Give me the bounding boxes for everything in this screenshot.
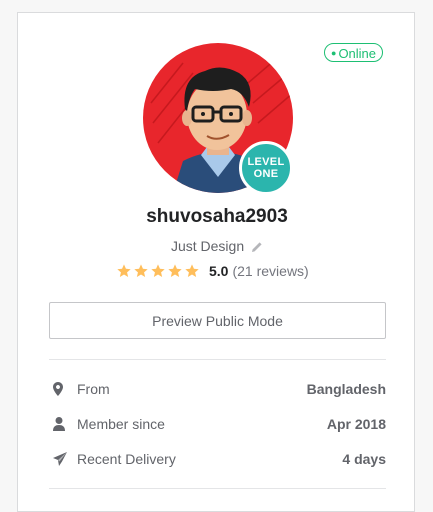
pencil-icon[interactable] (251, 240, 263, 256)
star-icon (168, 264, 182, 277)
tagline-text: Just Design (170, 238, 245, 254)
star-icon (134, 264, 148, 277)
star-icon (151, 264, 165, 277)
rating-row: 5.0 (21 reviews) (116, 262, 309, 280)
online-status-badge: ● Online (324, 43, 384, 62)
review-count[interactable]: (21 reviews) (232, 263, 308, 279)
star-rating (116, 263, 200, 279)
online-status-label: Online (338, 46, 377, 61)
online-dot-icon: ● (331, 48, 337, 58)
paper-plane-icon (53, 452, 77, 466)
level-badge-line2: ONE (253, 168, 279, 180)
info-row-from: From Bangladesh (49, 379, 386, 399)
user-icon (53, 417, 77, 431)
info-value: 4 days (342, 451, 386, 467)
info-label: Recent Delivery (77, 451, 176, 467)
star-icon (185, 264, 199, 277)
info-label: Member since (77, 416, 165, 432)
rating-score: 5.0 (209, 263, 229, 279)
level-badge-line1: LEVEL (247, 156, 285, 168)
divider (49, 359, 386, 360)
profile-card: ● Online LEVEL ONE shuvosaha2903 Just De… (17, 12, 415, 512)
star-icon (117, 264, 131, 277)
map-marker-icon (53, 382, 77, 396)
info-row-recent-delivery: Recent Delivery 4 days (49, 449, 386, 469)
tagline-row: Just Design (18, 238, 416, 256)
info-value: Bangladesh (306, 381, 386, 397)
username: shuvosaha2903 (146, 206, 288, 227)
preview-public-mode-button[interactable]: Preview Public Mode (49, 302, 386, 339)
info-label: From (77, 381, 110, 397)
info-value: Apr 2018 (326, 416, 386, 432)
info-row-member-since: Member since Apr 2018 (49, 414, 386, 434)
level-badge: LEVEL ONE (239, 141, 293, 195)
divider (49, 488, 386, 489)
